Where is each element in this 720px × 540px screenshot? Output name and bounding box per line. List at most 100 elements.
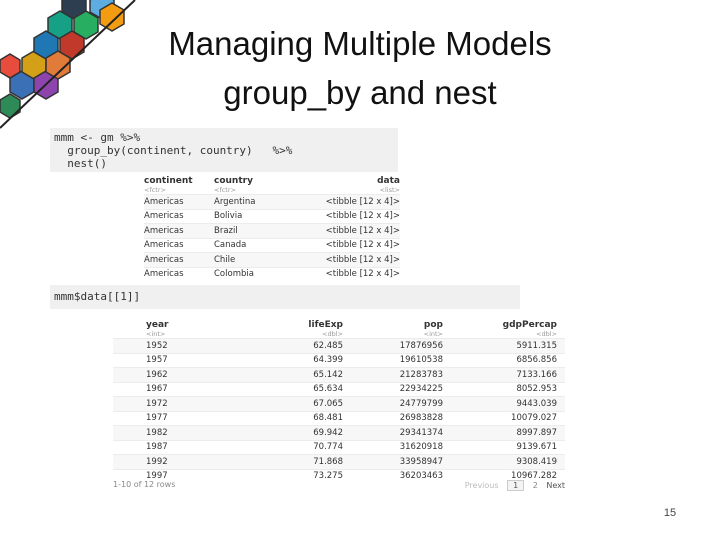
column-header-continent[interactable]: continent (144, 176, 214, 186)
table-cell: 1967 (113, 381, 213, 397)
table-cell: <tibble [12 x 4]> (304, 223, 400, 238)
table-cell: 71.868 (213, 454, 343, 469)
column-header-gdppercap[interactable]: gdpPercap (443, 320, 565, 330)
table-cell: 64.399 (213, 352, 343, 368)
table-cell: 62.485 (213, 338, 343, 353)
table-cell: Canada (214, 237, 304, 253)
table-cell: 21283783 (343, 367, 443, 382)
nested-tibble-table: continent country data <fctr> <fctr> <li… (144, 176, 400, 281)
pagination: Previous 1 2 Next (459, 480, 565, 491)
table-cell: 26983828 (343, 410, 443, 426)
column-header-country[interactable]: country (214, 176, 304, 186)
table-cell: Americas (144, 266, 214, 281)
table-cell: 8997.897 (443, 425, 565, 440)
table-row: 1992 71.868 33958947 9308.419 (113, 454, 565, 469)
column-type: <list> (379, 186, 400, 194)
table-row: 1972 67.065 24779799 9443.039 (113, 396, 565, 411)
column-type: <fctr> (214, 186, 236, 194)
table-row: Americas Brazil <tibble [12 x 4]> (144, 223, 400, 238)
table-cell: Americas (144, 223, 214, 238)
table-cell: 67.065 (213, 396, 343, 411)
table-cell: <tibble [12 x 4]> (304, 194, 400, 209)
column-header-year[interactable]: year (113, 320, 213, 330)
table-cell: 1962 (113, 367, 213, 382)
table-cell: 31620918 (343, 439, 443, 455)
table-cell: <tibble [12 x 4]> (304, 252, 400, 267)
table-cell: Americas (144, 194, 214, 209)
table-cell: 9443.039 (443, 396, 565, 411)
table-row: Americas Bolivia <tibble [12 x 4]> (144, 208, 400, 224)
table-cell: Americas (144, 252, 214, 267)
column-header-lifeexp[interactable]: lifeExp (213, 320, 343, 330)
country-data-table: year lifeExp pop gdpPercap <int> <dbl> <… (113, 320, 565, 483)
table-row: Americas Argentina <tibble [12 x 4]> (144, 194, 400, 209)
table-cell: 9308.419 (443, 454, 565, 469)
page-1-button[interactable]: 1 (507, 480, 525, 491)
table-row: 1977 68.481 26983828 10079.027 (113, 410, 565, 426)
slide-title-line1: Managing Multiple Models (168, 25, 552, 62)
table-cell: Chile (214, 252, 304, 267)
table-cell: 65.142 (213, 367, 343, 382)
table-cell: 9139.671 (443, 439, 565, 455)
table-cell: 10079.027 (443, 410, 565, 426)
page-2-button[interactable]: 2 (533, 481, 538, 490)
code-block-nest: mmm <- gm %>% group_by(continent, countr… (50, 128, 398, 172)
code-block-extract: mmm$data[[1]] (50, 285, 520, 309)
column-type: <dbl> (536, 330, 557, 338)
column-type: <dbl> (322, 330, 343, 338)
table-cell: Americas (144, 237, 214, 253)
table-cell: Argentina (214, 194, 304, 209)
code-line: mmm <- gm %>% (54, 131, 141, 144)
slide-number: 15 (663, 507, 677, 519)
code-line: nest() (54, 157, 107, 170)
table-cell: 17876956 (343, 338, 443, 353)
table-cell: 68.481 (213, 410, 343, 426)
table-cell: Brazil (214, 223, 304, 238)
table-cell: 1972 (113, 396, 213, 411)
table-cell: <tibble [12 x 4]> (304, 266, 400, 281)
table-cell: 6856.856 (443, 352, 565, 368)
table-row: 1982 69.942 29341374 8997.897 (113, 425, 565, 440)
row-count-label: 1-10 of 12 rows (113, 480, 176, 489)
table-cell: 7133.166 (443, 367, 565, 382)
table-row: 1962 65.142 21283783 7133.166 (113, 367, 565, 382)
table-footer: 1-10 of 12 rows Previous 1 2 Next (113, 480, 565, 491)
table-row: Americas Canada <tibble [12 x 4]> (144, 237, 400, 253)
table-cell: Bolivia (214, 208, 304, 224)
column-type: <int> (423, 330, 443, 338)
table-cell: Americas (144, 208, 214, 224)
column-type: <fctr> (144, 186, 166, 194)
table-cell: 65.634 (213, 381, 343, 397)
previous-page-button[interactable]: Previous (465, 481, 499, 490)
table-row: 1952 62.485 17876956 5911.315 (113, 338, 565, 353)
table-cell: 22934225 (343, 381, 443, 397)
table-cell: 1977 (113, 410, 213, 426)
table-cell: 70.774 (213, 439, 343, 455)
table-cell: 1987 (113, 439, 213, 455)
column-type: <int> (146, 330, 166, 338)
table-cell: 1992 (113, 454, 213, 469)
table-cell: 19610538 (343, 352, 443, 368)
table-row: Americas Chile <tibble [12 x 4]> (144, 252, 400, 267)
table-cell: 33958947 (343, 454, 443, 469)
table-cell: 1957 (113, 352, 213, 368)
column-header-data[interactable]: data (304, 176, 400, 186)
table-cell: 24779799 (343, 396, 443, 411)
next-page-button[interactable]: Next (546, 481, 565, 490)
hex-sticker-cluster (0, 0, 136, 129)
table-cell: 1952 (113, 338, 213, 353)
table-cell: <tibble [12 x 4]> (304, 237, 400, 253)
table-row: Americas Colombia <tibble [12 x 4]> (144, 266, 400, 281)
table-row: 1987 70.774 31620918 9139.671 (113, 439, 565, 455)
table-cell: 1982 (113, 425, 213, 440)
table-cell: 69.942 (213, 425, 343, 440)
column-header-pop[interactable]: pop (343, 320, 443, 330)
table-row: 1957 64.399 19610538 6856.856 (113, 352, 565, 368)
slide-title-line2: group_by and nest (223, 74, 497, 111)
code-line: group_by(continent, country) %>% (54, 144, 293, 157)
table-cell: Colombia (214, 266, 304, 281)
table-cell: 8052.953 (443, 381, 565, 397)
table-cell: 5911.315 (443, 338, 565, 353)
table-cell: <tibble [12 x 4]> (304, 208, 400, 224)
table-row: 1967 65.634 22934225 8052.953 (113, 381, 565, 397)
